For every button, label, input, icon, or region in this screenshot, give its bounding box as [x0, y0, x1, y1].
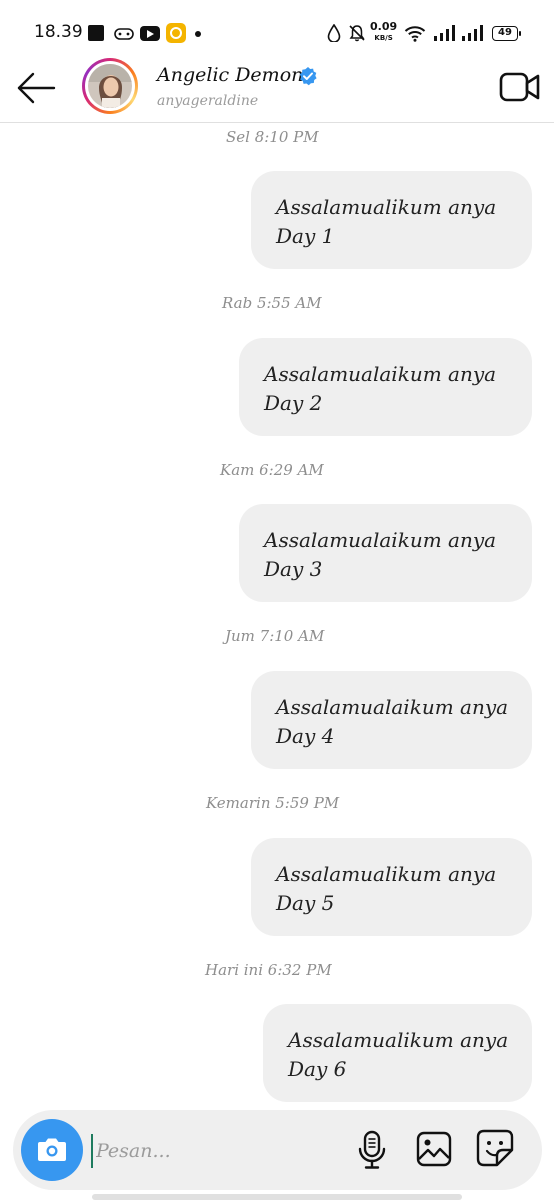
- message-timestamp: Kemarin 5:59 PM: [206, 794, 340, 812]
- app-notification-icon: [166, 23, 186, 43]
- gesture-navigation-bar[interactable]: [92, 1194, 462, 1200]
- message-timestamp: Kam 6:29 AM: [220, 461, 324, 479]
- message-text-line: Day 2: [264, 391, 323, 415]
- message-text-line: Assalamualikum anya: [276, 195, 497, 219]
- message-text-line: Assalamualaikum anya: [264, 528, 497, 552]
- sticker-button[interactable]: [475, 1128, 515, 1168]
- message-bubble[interactable]: Assalamualikum anya Day 5: [251, 838, 532, 936]
- message-thread[interactable]: Sel 8:10 PM Assalamualikum anya Day 1 Ra…: [0, 124, 554, 1110]
- message-text-line: Assalamualikum anya: [276, 862, 497, 886]
- message-timestamp: Hari ini 6:32 PM: [205, 961, 332, 979]
- signal-1-icon: [434, 25, 456, 45]
- message-bubble[interactable]: Assalamualaikum anya Day 4: [251, 671, 532, 769]
- video-call-icon: [499, 72, 540, 102]
- more-notifications-dot-icon: [195, 31, 201, 37]
- message-text-line: Assalamualaikum anya: [276, 695, 509, 719]
- sticker-icon: [476, 1129, 514, 1167]
- wifi-icon: [404, 25, 426, 46]
- message-text-line: Day 6: [288, 1057, 347, 1081]
- gamepad-icon: [114, 26, 134, 45]
- data-saver-icon: [327, 23, 341, 46]
- message-bubble[interactable]: Assalamualaikum anya Day 2: [239, 338, 532, 436]
- battery-icon: 49: [492, 26, 521, 41]
- back-button[interactable]: [14, 68, 58, 108]
- status-bar: 18.39 0.09 KB/S 49: [0, 0, 554, 62]
- signal-2-icon: [462, 25, 484, 45]
- message-timestamp: Sel 8:10 PM: [226, 128, 319, 146]
- back-arrow-icon: [17, 72, 56, 104]
- message-input[interactable]: [91, 1134, 341, 1168]
- contact-name[interactable]: Angelic Demon: [157, 64, 303, 86]
- notification-square-icon: [88, 25, 104, 41]
- message-bubble[interactable]: Assalamualikum anya Day 6: [263, 1004, 532, 1102]
- chat-header: Angelic Demon anyageraldine: [0, 56, 554, 123]
- message-timestamp: Rab 5:55 AM: [222, 294, 322, 312]
- message-text-line: Assalamualaikum anya: [264, 362, 497, 386]
- contact-username: anyageraldine: [157, 93, 259, 109]
- message-text-line: Day 4: [276, 724, 335, 748]
- message-text-line: Assalamualikum anya: [288, 1028, 509, 1052]
- status-time: 18.39: [34, 22, 83, 42]
- camera-icon: [38, 1138, 66, 1161]
- video-call-button[interactable]: [499, 70, 541, 104]
- verified-badge-icon: [298, 66, 318, 90]
- youtube-icon: [140, 26, 160, 41]
- message-timestamp: Jum 7:10 AM: [225, 627, 325, 645]
- message-bubble[interactable]: Assalamualaikum anya Day 3: [239, 504, 532, 602]
- gallery-icon: [416, 1131, 452, 1167]
- message-text-line: Day 3: [264, 557, 323, 581]
- message-text-line: Day 5: [276, 891, 335, 915]
- gallery-button[interactable]: [415, 1130, 453, 1168]
- network-speed: 0.09 KB/S: [370, 20, 398, 43]
- mute-bell-icon: [348, 24, 366, 46]
- microphone-icon: [358, 1130, 386, 1169]
- message-composer: [13, 1110, 542, 1190]
- message-bubble[interactable]: Assalamualikum anya Day 1: [251, 171, 532, 269]
- network-speed-unit: KB/S: [374, 34, 393, 42]
- network-speed-value: 0.09: [370, 20, 398, 33]
- camera-button[interactable]: [21, 1119, 83, 1181]
- avatar-story-ring[interactable]: [82, 58, 138, 114]
- message-text-line: Day 1: [276, 224, 335, 248]
- voice-message-button[interactable]: [355, 1130, 389, 1170]
- avatar: [88, 64, 132, 108]
